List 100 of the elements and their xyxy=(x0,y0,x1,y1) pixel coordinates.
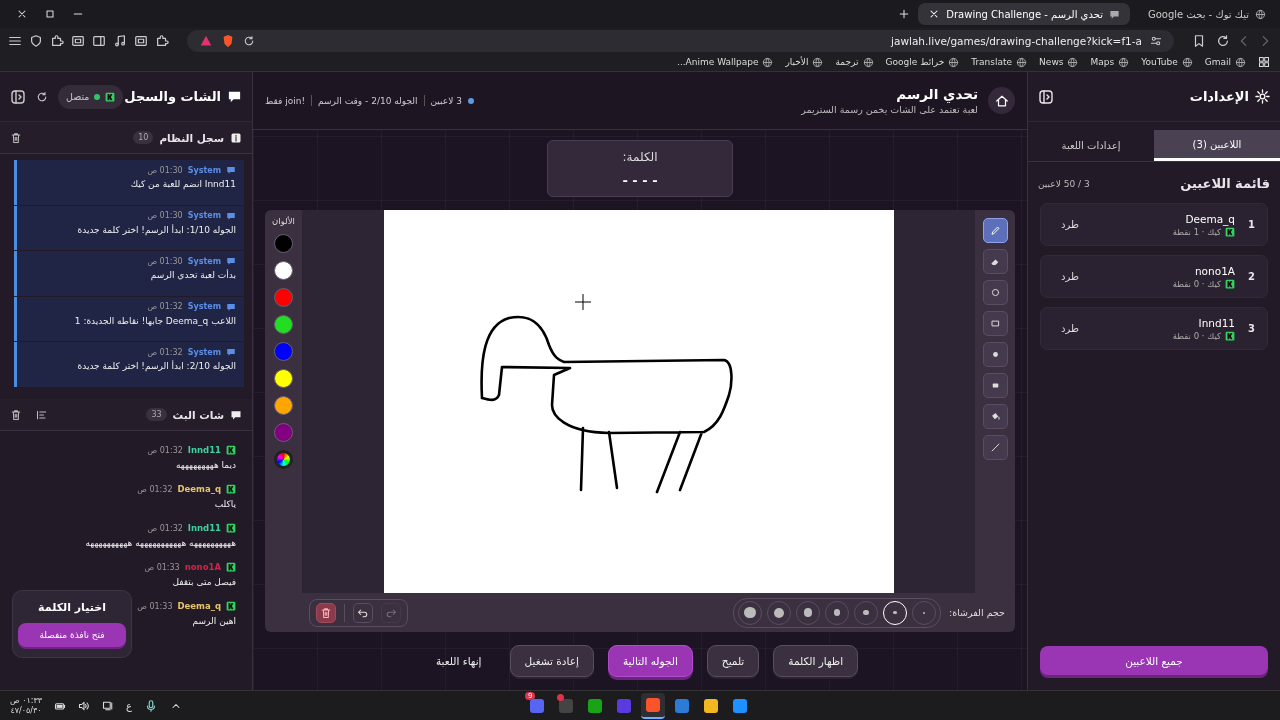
tool-button[interactable] xyxy=(982,280,1008,305)
message-text: بدأت لعبة تحدي الرسم xyxy=(149,270,236,280)
taskbar-app[interactable] xyxy=(641,692,665,719)
tool-button[interactable] xyxy=(982,249,1008,274)
message-text: الجوله 2/10: ابدأ الرسم! اختر كلمة جديدة xyxy=(76,361,236,371)
bookmark-link[interactable]: Translate xyxy=(971,56,1028,68)
message-time: 01:32 ص xyxy=(137,484,173,494)
tool-button[interactable] xyxy=(982,311,1008,336)
bookmark-link[interactable]: News xyxy=(1039,56,1079,68)
window-icon[interactable] xyxy=(71,33,85,48)
trash-icon[interactable] xyxy=(10,131,22,144)
refresh-icon[interactable] xyxy=(36,90,48,103)
message-text: ياكلب xyxy=(213,499,236,509)
address-field[interactable]: jawlah.live/games/drawing-challenge?kick=f1-a xyxy=(187,29,1174,52)
puzzle-icon[interactable] xyxy=(155,33,169,48)
color-swatch[interactable] xyxy=(274,342,293,361)
panel-tab[interactable]: إعدادات اللعبة xyxy=(1028,130,1154,161)
clock-time: ٠١:٣٣ ص xyxy=(10,695,43,706)
action-button[interactable]: الجوله التالية xyxy=(607,645,693,677)
collapse-panel-icon[interactable] xyxy=(10,88,26,105)
list-icon[interactable] xyxy=(36,408,48,421)
platform-icon xyxy=(105,91,116,102)
color-swatch[interactable] xyxy=(274,315,293,334)
globe-icon xyxy=(1181,56,1193,68)
colors-label: الألوان xyxy=(272,216,295,226)
home-button[interactable] xyxy=(988,87,1015,114)
player-stats: كيك · 1 نقطة xyxy=(1172,226,1221,237)
close-icon[interactable] xyxy=(16,8,28,20)
message-time: 01:30 ص xyxy=(147,256,183,266)
trash-icon[interactable] xyxy=(10,408,22,421)
message-author: System xyxy=(187,211,221,220)
platform-icon xyxy=(226,445,236,455)
color-swatch[interactable] xyxy=(274,234,293,253)
color-swatch[interactable] xyxy=(274,423,293,442)
reload-icon[interactable] xyxy=(1216,33,1230,48)
action-button[interactable]: تلميح xyxy=(706,645,760,677)
app-icon xyxy=(529,697,545,714)
undo-button[interactable] xyxy=(353,602,373,623)
app-icon xyxy=(645,696,661,713)
action-button[interactable]: إنهاء اللعبة xyxy=(421,645,496,677)
shield-icon[interactable] xyxy=(29,33,43,48)
status-text: متصل xyxy=(66,91,90,102)
settings-icon xyxy=(1255,89,1270,104)
custom-color-swatch[interactable] xyxy=(274,450,293,469)
kick-button[interactable]: طرد xyxy=(1053,267,1087,286)
apps-icon[interactable] xyxy=(1258,56,1270,68)
language-indicator[interactable]: ع xyxy=(126,700,133,711)
message-author: System xyxy=(187,302,221,311)
color-swatch[interactable] xyxy=(274,288,293,307)
action-button[interactable]: إعادة تشغيل xyxy=(509,645,594,677)
site-settings-icon[interactable] xyxy=(1150,34,1162,47)
window-icon[interactable] xyxy=(134,33,148,48)
bookmark-link[interactable]: Maps xyxy=(1090,56,1130,68)
new-tab-icon[interactable] xyxy=(898,8,911,20)
player-name: Innd11 xyxy=(1197,316,1235,329)
message-text: ههههههههههه هههههههههههه ههههههههههه xyxy=(84,538,236,548)
platform-icon xyxy=(1225,278,1235,289)
color-swatch[interactable] xyxy=(274,396,293,415)
bookmark-link[interactable]: الأخبار xyxy=(785,56,824,68)
tool-button[interactable] xyxy=(982,373,1008,398)
browser-tab[interactable]: تحدي الرسم - Drawing Challenge xyxy=(918,3,1130,25)
puzzle-icon[interactable] xyxy=(50,33,64,48)
color-swatch[interactable] xyxy=(274,261,293,280)
bookmark-icon[interactable] xyxy=(1192,33,1206,48)
message-author: Innd11 xyxy=(187,523,221,533)
platform-icon xyxy=(1225,330,1235,341)
volume-icon[interactable] xyxy=(78,699,91,712)
network-icon[interactable] xyxy=(102,699,115,712)
message-text: ديما هههههههههه xyxy=(174,460,236,470)
kick-button[interactable]: طرد xyxy=(1053,215,1087,234)
color-swatch[interactable] xyxy=(274,369,293,388)
bookmark-link[interactable]: Gmail xyxy=(1204,56,1246,68)
bookmark-link[interactable]: خرائط Google xyxy=(885,56,960,68)
bookmark-link[interactable]: YouTube xyxy=(1141,56,1193,68)
tool-button[interactable] xyxy=(982,218,1008,243)
open-window-button[interactable]: فتح نافذة منفصلة xyxy=(18,623,126,647)
kick-button[interactable]: طرد xyxy=(1053,319,1087,338)
platform-icon xyxy=(226,562,236,572)
message-count: 10 xyxy=(133,131,154,144)
bookmark-link[interactable]: Anime Wallpape... xyxy=(677,56,774,68)
clear-button[interactable] xyxy=(316,602,336,623)
player-rank: 3 xyxy=(1247,323,1255,334)
kick-all-button[interactable]: جميع اللاعبين xyxy=(1040,646,1268,675)
sidebar-icon[interactable] xyxy=(92,33,106,48)
music-icon[interactable] xyxy=(113,33,127,48)
shield-logo-icon[interactable] xyxy=(221,33,235,48)
bookmark-link[interactable]: ترجمة xyxy=(835,56,874,68)
browser-tab[interactable]: تيك توك - بحث Google xyxy=(1137,3,1276,25)
site-icon xyxy=(1108,8,1120,20)
line-icon xyxy=(989,442,1001,453)
tool-button[interactable] xyxy=(982,342,1008,367)
home-icon xyxy=(994,93,1009,108)
chat-icon xyxy=(230,408,242,421)
action-button[interactable]: اظهار الكلمة xyxy=(773,645,859,677)
game-info: !join فقط xyxy=(265,95,306,106)
tool-button[interactable] xyxy=(982,404,1008,429)
collapse-panel-icon[interactable] xyxy=(1038,88,1054,105)
panel-tab[interactable]: اللاعبين (3) xyxy=(1154,130,1280,161)
maximize-icon[interactable] xyxy=(44,8,56,20)
game-info: 3 لاعبين xyxy=(430,95,462,106)
